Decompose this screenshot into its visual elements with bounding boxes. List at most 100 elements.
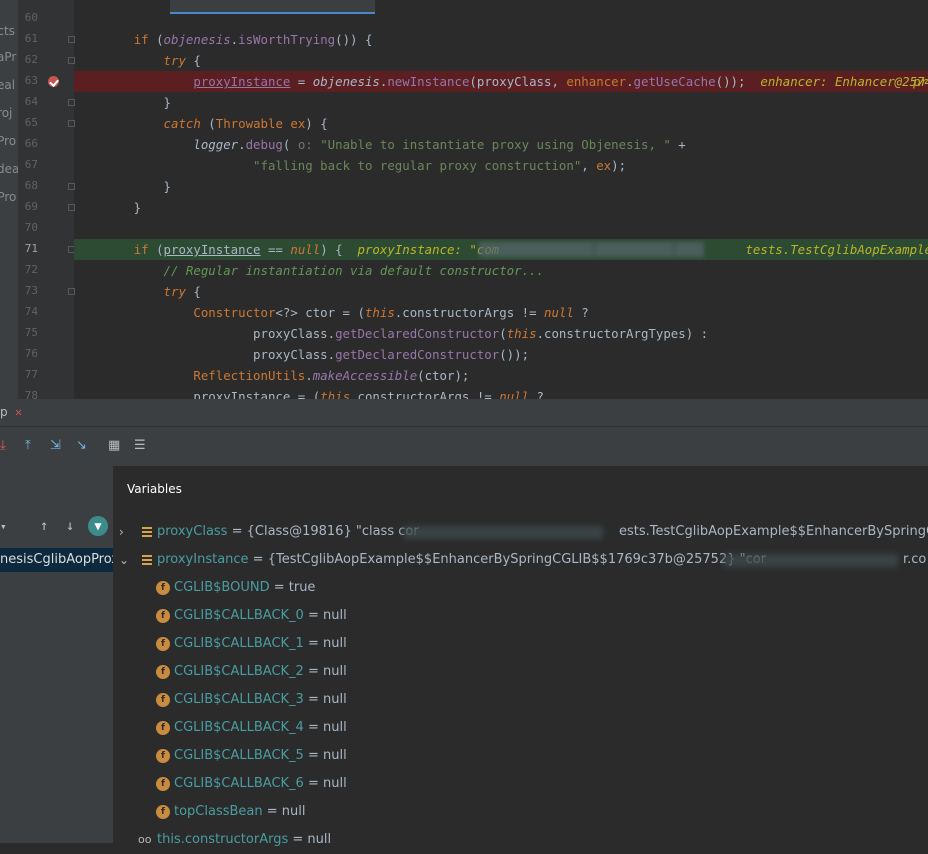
redacted-text (594, 242, 674, 257)
variable-row[interactable]: f CGLIB$CALLBACK_3 = null (113, 686, 928, 714)
gutter-row[interactable]: 71 (18, 239, 75, 260)
arrow-up-icon[interactable]: ↑ (40, 518, 48, 534)
editor-gutter[interactable]: 60 61 62 63 64 65 66 67 68 69 70 71 72 73 74 75 76 77 78 (18, 0, 75, 399)
code-line-text: proxyClass.getDeclaredConstructor(this.c… (74, 326, 709, 341)
debug-tool-window: p ✕ ⤓ ⤒ ⇲ ↘ ▦ ☰ ▾ ↑ ↓ ▼ nesisCglibAopPro… (0, 399, 928, 847)
project-tree-item[interactable]: aPro (0, 190, 16, 204)
variable-row[interactable]: f CGLIB$CALLBACK_4 = null (113, 714, 928, 742)
variable-row[interactable]: oo this.constructorArgs = null (113, 826, 928, 854)
variable-row[interactable]: f CGLIB$CALLBACK_1 = null (113, 630, 928, 658)
field-icon: f (156, 637, 170, 651)
field-icon: f (156, 721, 170, 735)
gutter-row[interactable]: 73 (18, 281, 75, 302)
gutter-row[interactable]: 74 (18, 302, 74, 323)
field-icon: f (156, 749, 170, 763)
code-editor[interactable]: ectsaPrealProjProdeaaPro 606162636465666… (0, 0, 928, 399)
code-line[interactable]: proxyInstance = (this.constructorArgs !=… (74, 386, 928, 399)
gutter-row[interactable]: 75 (18, 323, 74, 344)
project-tool-window-strip[interactable]: ects aPr eal Proj Pro dea aPro (0, 0, 18, 399)
project-tree-item[interactable]: Proj (0, 106, 12, 120)
code-line[interactable]: if (proxyInstance == null) { proxyInstan… (74, 239, 928, 260)
line-number: 73 (24, 284, 38, 297)
code-line-text: proxyInstance = objenesis.newInstance(pr… (193, 74, 928, 89)
evaluate-expression-icon[interactable]: ▦ (108, 438, 120, 453)
project-tree-item[interactable]: ects (0, 24, 15, 38)
frame-item-selected[interactable]: nesisCglibAopProx (0, 548, 113, 572)
gutter-row[interactable]: 67 (18, 155, 74, 176)
gutter-row[interactable]: 62 (18, 50, 75, 71)
variable-row[interactable]: f CGLIB$CALLBACK_2 = null (113, 658, 928, 686)
code-line[interactable]: proxyInstance = objenesis.newInstance(pr… (74, 71, 928, 92)
gutter-row[interactable]: 60 (18, 8, 74, 29)
project-tree-item[interactable]: aPr (0, 50, 16, 64)
gutter-row[interactable]: 76 (18, 344, 74, 365)
gutter-row[interactable]: 68 (18, 176, 75, 197)
gutter-row[interactable]: 72 (18, 260, 74, 281)
chevron-down-icon[interactable]: ⌄ (119, 546, 129, 574)
code-line[interactable]: proxyClass.getDeclaredConstructor(this.c… (74, 323, 928, 344)
trace-icon[interactable]: ☰ (134, 438, 146, 453)
variable-value: = null (303, 692, 347, 707)
line-number: 65 (24, 116, 38, 129)
list-icon (142, 527, 152, 537)
code-line[interactable]: // Regular instantiation via default con… (74, 260, 928, 281)
gutter-row[interactable]: 77 (18, 365, 74, 386)
code-line[interactable] (74, 8, 928, 29)
thread-dropdown-icon[interactable]: ▾ (0, 520, 7, 533)
project-tree-item[interactable]: dea (0, 162, 18, 176)
gutter-row[interactable]: 64 (18, 92, 75, 113)
code-line[interactable]: try { (74, 281, 928, 302)
redacted-text (674, 242, 704, 257)
gutter-row[interactable]: 70 (18, 218, 74, 239)
debug-tab-label[interactable]: p (0, 405, 8, 419)
gutter-row[interactable]: 78 (18, 386, 74, 399)
variable-row[interactable]: f CGLIB$CALLBACK_6 = null (113, 770, 928, 798)
code-line[interactable]: Constructor<?> ctor = (this.constructorA… (74, 302, 928, 323)
code-line[interactable]: } (74, 92, 928, 113)
breakpoint-icon[interactable] (48, 76, 59, 87)
gutter-row[interactable]: 69 (18, 197, 75, 218)
code-line[interactable]: try { (74, 50, 928, 71)
variable-row[interactable]: f CGLIB$CALLBACK_0 = null (113, 602, 928, 630)
variable-row[interactable]: f CGLIB$BOUND = true (113, 574, 928, 602)
code-line[interactable]: } (74, 176, 928, 197)
code-line[interactable]: if (objenesis.isWorthTrying()) { (74, 29, 928, 50)
variable-value: = null (303, 720, 347, 735)
code-line[interactable]: ReflectionUtils.makeAccessible(ctor); (74, 365, 928, 386)
variable-row[interactable]: f CGLIB$CALLBACK_5 = null (113, 742, 928, 770)
code-line-text: proxyClass.getDeclaredConstructor()); (74, 347, 530, 362)
project-tree-item[interactable]: eal (0, 78, 15, 92)
variables-panel: Variables › proxyClass = {Class@19816} "c… (113, 466, 928, 847)
drop-frame-icon[interactable]: ⇲ (50, 438, 61, 453)
code-line-text: proxyInstance = (this.constructorArgs !=… (74, 389, 544, 399)
step-out-icon[interactable]: ⤒ (25, 438, 31, 453)
gutter-row[interactable]: 66 (18, 134, 74, 155)
variable-row[interactable]: › proxyClass = {Class@19816} "class cor es… (113, 518, 928, 546)
code-line-text: Constructor<?> ctor = (this.constructorA… (193, 305, 589, 320)
code-line-text: try { (163, 284, 201, 299)
code-line[interactable]: catch (Throwable ex) { (74, 113, 928, 134)
project-tree-item[interactable]: Pro (0, 134, 16, 148)
code-line[interactable]: "falling back to regular proxy construct… (74, 155, 928, 176)
redacted-text (723, 554, 898, 567)
run-to-cursor-icon[interactable]: ↘ (76, 438, 87, 453)
gutter-row[interactable]: 63 (18, 71, 74, 92)
variable-row[interactable]: f topClassBean = null (113, 798, 928, 826)
line-number: 63 (24, 74, 38, 87)
code-line[interactable] (74, 218, 928, 239)
filter-icon[interactable]: ▼ (88, 516, 108, 536)
gutter-row[interactable]: 61 (18, 29, 75, 50)
line-number: 75 (24, 326, 38, 339)
arrow-down-icon[interactable]: ↓ (66, 518, 74, 534)
code-line[interactable]: } (74, 197, 928, 218)
code-line[interactable]: proxyClass.getDeclaredConstructor()); (74, 344, 928, 365)
code-area[interactable]: if (objenesis.isWorthTrying()) { try { p… (74, 0, 928, 399)
code-line[interactable]: logger.debug( o: "Unable to instantiate … (74, 134, 928, 155)
chevron-right-icon[interactable]: › (119, 518, 124, 546)
variable-value: = {Class@19816} "class cor (227, 524, 419, 539)
close-icon[interactable]: ✕ (15, 405, 22, 419)
step-into-icon[interactable]: ⤓ (0, 438, 6, 453)
variable-row[interactable]: ⌄ proxyInstance = {TestCglibAopExample$$E… (113, 546, 928, 574)
variable-value-tail: ests.TestCglibAopExample$$EnhancerBySpri… (619, 524, 928, 539)
gutter-row[interactable]: 65 (18, 113, 75, 134)
